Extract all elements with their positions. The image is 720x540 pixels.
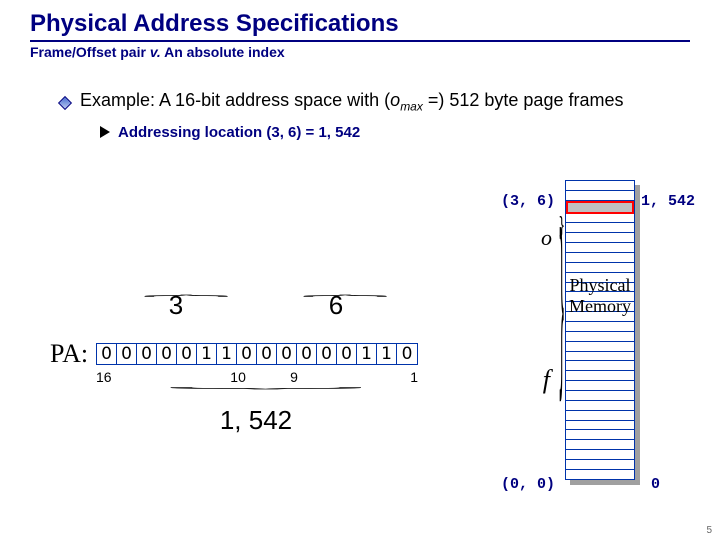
bullet-main: Example: A 16-bit address space with (om…	[60, 90, 690, 114]
memory-block	[565, 180, 635, 480]
pa-diagram: 3 6 ⏟ ⏟ PA: 0000011000000110 16 10 9 1 ⏟…	[50, 290, 418, 436]
subtitle-ital: v.	[150, 44, 161, 60]
bit-cell: 1	[197, 344, 217, 364]
memory-row	[566, 460, 634, 470]
bit-cell: 0	[237, 344, 257, 364]
mem-bot-value: 0	[651, 476, 660, 493]
bit-cell: 1	[357, 344, 377, 364]
memory-row	[566, 263, 634, 273]
memory-row	[566, 243, 634, 253]
memory-row	[566, 411, 634, 421]
bit-cell: 0	[97, 344, 117, 364]
memory-row	[566, 371, 634, 381]
memory-row	[566, 361, 634, 371]
physical-memory-label: Physical Memory	[568, 275, 632, 317]
memory-row	[566, 181, 634, 191]
bit-cell: 0	[297, 344, 317, 364]
brace-bottom-icon: ⏟	[167, 379, 365, 389]
memory-row	[566, 470, 634, 479]
sub-bullet: Addressing location (3, 6) = 1, 542	[100, 124, 690, 141]
brace-top-right-icon: ⏟	[302, 295, 388, 305]
bit-cell: 0	[137, 344, 157, 364]
memory-target-row	[566, 201, 634, 214]
subtitle-pre: Frame/Offset pair	[30, 44, 150, 60]
memory-row	[566, 342, 634, 352]
memory-row	[566, 391, 634, 401]
bit-cell: 0	[277, 344, 297, 364]
bit-cell: 0	[257, 344, 277, 364]
memory-row	[566, 214, 634, 224]
memory-row	[566, 440, 634, 450]
brace-top-left-icon: ⏟	[143, 295, 229, 305]
memory-row	[566, 322, 634, 332]
memory-row	[566, 191, 634, 201]
slide-title: Physical Address Specifications	[30, 10, 690, 38]
memory-row	[566, 352, 634, 362]
memory-row	[566, 332, 634, 342]
memory-row	[566, 401, 634, 411]
bit-cell: 0	[177, 344, 197, 364]
memory-row	[566, 381, 634, 391]
bit-row: 0000011000000110	[96, 343, 418, 365]
absolute-index-label: 1, 542	[96, 405, 416, 436]
mem-bot-coord: (0, 0)	[501, 476, 555, 493]
pa-prefix: PA:	[50, 339, 88, 369]
memory-row	[566, 421, 634, 431]
arrow-bullet-icon	[100, 126, 110, 138]
subtitle-post: An absolute index	[161, 44, 285, 60]
sub-bullet-text: Addressing location (3, 6) = 1, 542	[118, 124, 360, 141]
bit-cell: 0	[317, 344, 337, 364]
mem-top-value: 1, 542	[641, 193, 695, 210]
diamond-bullet-icon	[58, 96, 72, 110]
brace-f-icon: }	[559, 193, 563, 414]
memory-row	[566, 223, 634, 233]
bullet-text: Example: A 16-bit address space with (om…	[80, 90, 623, 114]
memory-row	[566, 450, 634, 460]
bit-cell: 1	[377, 344, 397, 364]
memory-diagram	[565, 180, 635, 480]
title-divider	[30, 40, 690, 42]
f-label: f	[543, 365, 550, 395]
bit-cell: 0	[157, 344, 177, 364]
bit-cell: 1	[217, 344, 237, 364]
bit-cell: 0	[117, 344, 137, 364]
slide-number: 5	[706, 525, 712, 536]
o-label: o	[541, 225, 552, 251]
slide-subtitle: Frame/Offset pair v. An absolute index	[30, 44, 690, 60]
bit-cell: 0	[397, 344, 417, 364]
memory-row	[566, 430, 634, 440]
mem-top-coord: (3, 6)	[501, 193, 555, 210]
bit-cell: 0	[337, 344, 357, 364]
memory-row	[566, 253, 634, 263]
bit-idx-16: 16	[96, 369, 116, 385]
memory-row	[566, 233, 634, 243]
